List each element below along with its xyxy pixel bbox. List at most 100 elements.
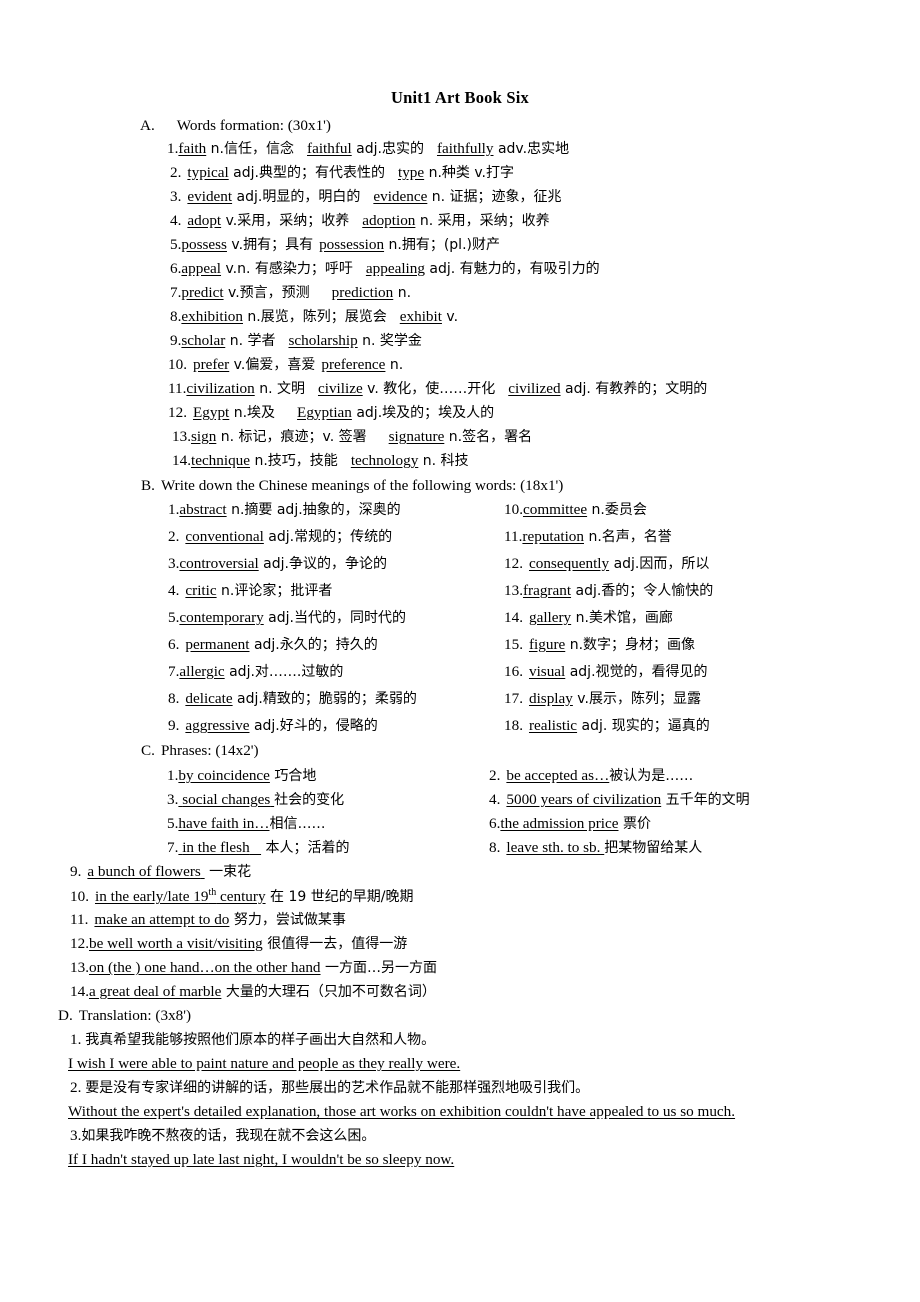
item-word-2: civilize	[317, 380, 363, 397]
item-word-2: prediction	[331, 284, 394, 301]
item-gloss-1: v.n. 有感染力；呼吁	[221, 261, 353, 277]
item-gloss-1: n.信任，信念	[206, 141, 295, 157]
item-phrase: on (the ) one hand…on the other hand	[88, 959, 321, 976]
item-gloss: n.名声，名誉	[584, 529, 672, 545]
item-number: 18.	[504, 717, 523, 734]
item-phrase: in the flesh	[182, 839, 250, 856]
item-word-1: evident	[187, 188, 233, 205]
item-gloss-1: n.技巧，技能	[250, 453, 338, 469]
item-gloss-2: n.种类 v.打字	[424, 165, 515, 181]
item-number: 10.	[168, 356, 187, 373]
item-gloss: adj. 现实的；逼真的	[577, 718, 710, 734]
item-number: 14.	[172, 452, 191, 469]
item-phrase: have faith in…	[178, 815, 270, 832]
item-word-1: possess	[181, 236, 227, 253]
item-word: visual	[528, 663, 566, 680]
item-word-2: possession	[319, 236, 385, 253]
b-left-item: 5.contemporary adj.当代的，同时代的	[168, 610, 406, 625]
c-left-item: 1.by coincidence 巧合地	[167, 768, 316, 783]
item-gloss: 努力，尝试做某事	[229, 912, 346, 928]
item-gloss: adj.视觉的，看得见的	[565, 664, 708, 680]
item-number: 10.	[70, 888, 89, 906]
c-wide-item: 12.be well worth a visit/visiting 很值得一去，…	[70, 936, 407, 951]
item-word-2: preference	[321, 356, 386, 373]
item-number: 4.	[170, 212, 182, 229]
c-wide-item: 14.a great deal of marble 大量的大理石（只加不可数名词…	[70, 984, 436, 999]
c-left-item: 3. social changes 社会的变化	[167, 792, 344, 807]
translation-english: If I hadn't stayed up late last night, I…	[68, 1151, 455, 1168]
section-c-heading: C. Phrases: (14x2')	[141, 743, 259, 758]
item-number: 4.	[489, 791, 501, 808]
item-gloss: n.委员会	[587, 502, 647, 518]
item-number: 3.	[167, 791, 179, 808]
item-word-1: exhibition	[181, 308, 243, 325]
b-right-item: 12. consequently adj.因而，所以	[504, 556, 709, 571]
item-phrase: social changes	[182, 791, 271, 808]
item-gloss-1: v.采用，采纳；收养	[221, 213, 350, 229]
item-word-1: scholar	[181, 332, 226, 349]
item-word: consequently	[528, 555, 610, 572]
item-number: 8.	[170, 308, 182, 325]
b-left-item: 6. permanent adj.永久的；持久的	[168, 637, 378, 652]
translation-english: Without the expert's detailed explanatio…	[68, 1103, 736, 1120]
item-word: figure	[528, 636, 566, 653]
translation-chinese: 3.如果我咋晚不熬夜的话，我现在就不会这么困。	[70, 1128, 375, 1143]
word-formation-item: 7.predict v.预言，预测 prediction n.	[170, 285, 411, 300]
item-number: 13.	[70, 959, 89, 976]
item-number: 7.	[168, 663, 180, 680]
chinese-sentence: 我真希望我能够按照他们原本的样子画出大自然和人物。	[85, 1032, 436, 1048]
item-gloss: v.展示，陈列；显露	[572, 691, 701, 707]
word-formation-item: 6.appeal v.n. 有感染力；呼吁 appealing adj. 有魅力的…	[170, 261, 600, 276]
item-gloss: n.美术馆，画廊	[571, 610, 673, 626]
section-c-heading-text: Phrases: (14x2')	[160, 742, 259, 759]
word-formation-item: 11.civilization n. 文明 civilize v. 教化，使……开…	[168, 381, 707, 396]
c-left-item: 7. in the flesh 本人；活着的	[167, 840, 350, 855]
item-word: allergic	[179, 663, 225, 680]
item-number: 12.	[168, 404, 187, 421]
word-formation-item: 5.possess v.拥有；具有 possession n.拥有；(pl.)财产	[170, 237, 500, 252]
item-gloss-3: adv.忠实地	[493, 141, 570, 157]
section-c-label: C.	[141, 742, 155, 759]
item-gloss-1: v.偏爱，喜爱	[229, 357, 316, 373]
chinese-sentence: 要是没有专家详细的讲解的话，那些展出的艺术作品就不能那样强烈地吸引我们。	[85, 1080, 590, 1096]
item-number: 2.	[70, 1079, 86, 1096]
word-formation-item: 10. prefer v.偏爱，喜爱 preference n.	[168, 357, 403, 372]
item-word-1: faith	[178, 140, 207, 157]
item-word: aggressive	[185, 717, 250, 734]
item-number: 5.	[167, 815, 179, 832]
b-right-item: 17. display v.展示，陈列；显露	[504, 691, 701, 706]
item-number: 9.	[70, 863, 82, 880]
item-number: 12.	[504, 555, 523, 572]
item-gloss: 被认为是……	[609, 768, 694, 784]
item-phrase: be accepted as…	[506, 767, 610, 784]
c-wide-item: 10. in the early/late 19th century 在 19 世…	[70, 888, 413, 906]
section-a-label: A.	[140, 117, 155, 134]
item-gloss-2: n.	[393, 285, 412, 301]
item-word-1: prefer	[192, 356, 230, 373]
item-word: display	[528, 690, 573, 707]
item-gloss: 大量的大理石（只加不可数名词）	[221, 984, 436, 1000]
item-number: 2.	[168, 528, 180, 545]
item-number: 10.	[504, 501, 523, 518]
item-gloss-2: adj.埃及的；埃及人的	[351, 405, 495, 421]
item-gloss-2: n. 证据；迹象，征兆	[427, 189, 562, 205]
b-left-item: 3.controversial adj.争议的，争论的	[168, 556, 387, 571]
item-word: critic	[185, 582, 217, 599]
item-number: 11.	[168, 380, 187, 397]
item-word: fragrant	[522, 582, 572, 599]
item-gloss: 很值得一去，值得一游	[262, 936, 408, 952]
item-word: contemporary	[179, 609, 264, 626]
word-formation-item: 12. Egypt n.埃及 Egyptian adj.埃及的；埃及人的	[168, 405, 494, 420]
document-page: Unit1 Art Book Six A. Words formation: (3…	[0, 0, 920, 1302]
item-number: 5.	[168, 609, 180, 626]
item-word: conventional	[185, 528, 264, 545]
item-gloss: 把某物留给某人	[604, 840, 703, 856]
item-gloss: 巧合地	[269, 768, 317, 784]
item-gloss-2: n.拥有；(pl.)财产	[384, 237, 501, 253]
item-number: 13.	[504, 582, 523, 599]
c-wide-item: 13.on (the ) one hand…on the other hand …	[70, 960, 437, 975]
item-phrase-post: century	[216, 888, 266, 906]
item-number: 7.	[170, 284, 182, 301]
item-gloss-2: adj.忠实的	[351, 141, 424, 157]
item-word-2: type	[397, 164, 425, 181]
